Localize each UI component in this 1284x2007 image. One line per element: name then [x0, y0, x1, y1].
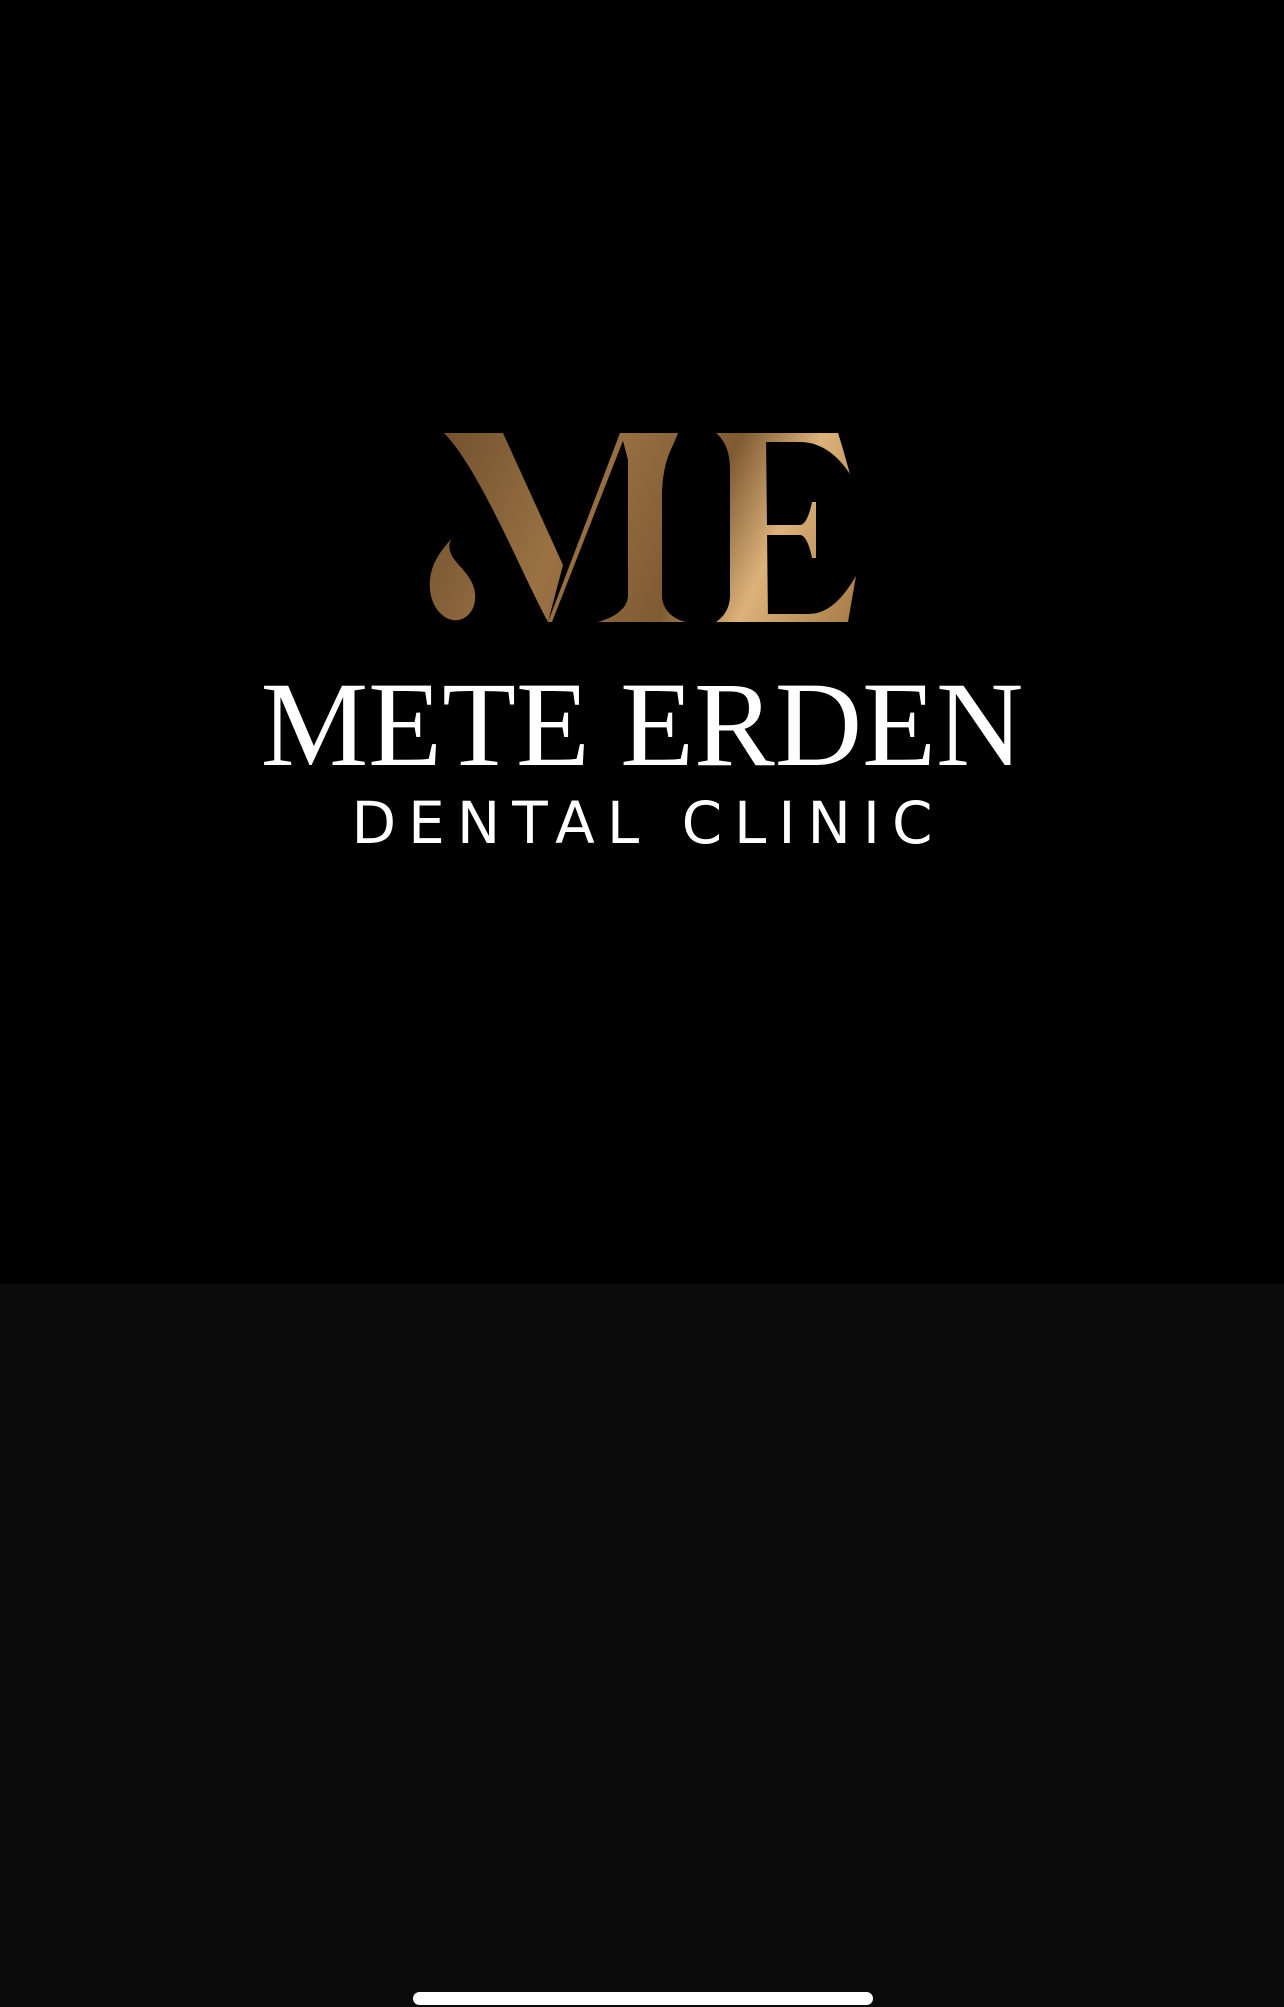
monogram-m: [429, 433, 686, 622]
brand-name: METE ERDEN: [260, 658, 1024, 792]
content-placeholder-area: [0, 1284, 1284, 2007]
home-indicator[interactable]: [413, 1992, 873, 2005]
me-monogram-logo: [429, 433, 856, 622]
monogram-e: [716, 433, 856, 622]
splash-screen: METE ERDEN DENTAL CLINIC: [0, 0, 1284, 1284]
brand-subtitle: DENTAL CLINIC: [351, 789, 945, 857]
